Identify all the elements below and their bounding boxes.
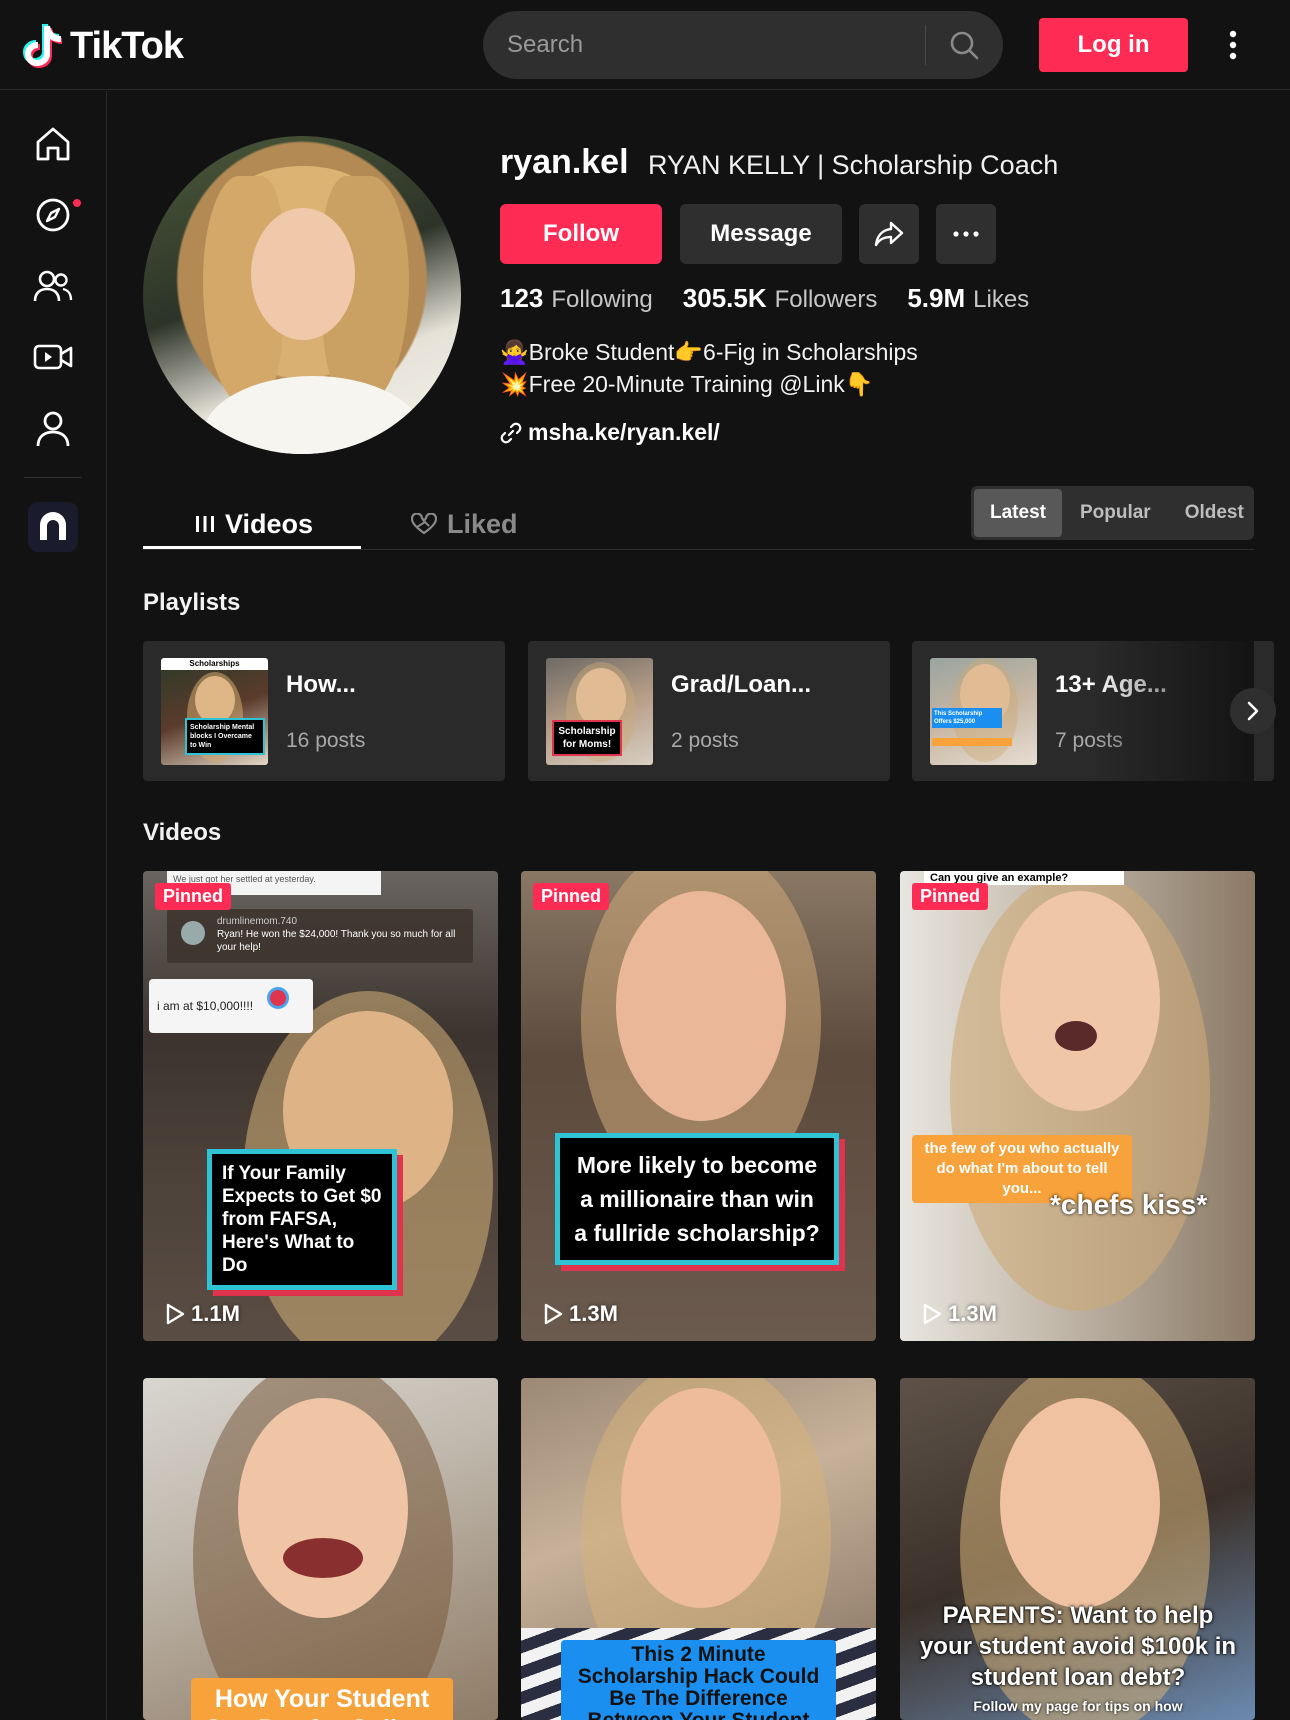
profile-bio: 🙅‍♀️Broke Student👉6-Fig in Scholarships … (500, 336, 918, 400)
ellipsis-icon (953, 231, 979, 237)
playlist-count: 7 posts (1055, 729, 1123, 752)
profile-nickname: RYAN KELLY | Scholarship Coach (648, 150, 1059, 180)
playlist-name: 13+ Age... (1055, 671, 1167, 698)
playlist-thumbnail: Scholarship for Moms! (546, 658, 653, 765)
playlist-count: 2 posts (671, 729, 739, 752)
video-card[interactable]: PARENTS: Want to help your student avoid… (900, 1378, 1255, 1720)
search-button[interactable] (938, 19, 990, 71)
top-header: TikTok Log in (0, 0, 1290, 90)
sort-oldest[interactable]: Oldest (1169, 489, 1260, 537)
view-count: 1.3M (543, 1301, 618, 1327)
profile-link-text: msha.ke/ryan.kel/ (528, 419, 720, 445)
live-video-icon[interactable] (30, 334, 76, 380)
home-icon[interactable] (30, 121, 76, 167)
playlist-thumbnail: This Scholarship Offers $25,000 (930, 658, 1037, 765)
playlist-name: Grad/Loan... (671, 671, 812, 698)
playlist-next-button[interactable] (1230, 688, 1276, 734)
search-divider (925, 25, 926, 65)
video-chat-bubble: i am at $10,000!!!! (149, 979, 313, 1033)
more-options-icon[interactable] (1218, 24, 1248, 66)
playlist-card[interactable]: Scholarship for Moms! Grad/Loan... 2 pos… (528, 641, 890, 781)
message-button[interactable]: Message (680, 204, 842, 264)
link-icon (500, 422, 522, 443)
play-icon (544, 1303, 563, 1325)
following-icon[interactable] (30, 263, 76, 309)
likes-count: 5.9M Likes (907, 283, 1030, 313)
active-tab-indicator (143, 546, 361, 549)
liked-heart-icon (411, 513, 437, 535)
video-card[interactable]: More likely to become a millionaire than… (521, 871, 876, 1341)
profile-username: ryan.kel (500, 143, 629, 181)
profile-stats: 123 Following 305.5K Followers 5.9M Likes (500, 283, 1029, 314)
follow-button[interactable]: Follow (500, 204, 662, 264)
followers-count[interactable]: 305.5K Followers (683, 283, 878, 314)
pinned-badge: Pinned (912, 883, 989, 910)
tab-videos[interactable]: Videos (195, 498, 313, 550)
search-icon (950, 31, 979, 60)
video-card[interactable]: Can you give an example? the few of you … (900, 871, 1255, 1341)
more-profile-options-button[interactable] (936, 204, 996, 264)
share-icon (874, 221, 904, 247)
tiktok-note-icon (23, 24, 62, 68)
video-comment: drumlinemom.740 Ryan! He won the $24,000… (167, 909, 473, 963)
pinned-badge: Pinned (533, 883, 610, 910)
video-caption: This 2 Minute Scholarship Hack Could Be … (561, 1640, 836, 1720)
video-caption: More likely to become a millionaire than… (555, 1133, 839, 1265)
sort-popular[interactable]: Popular (1064, 489, 1167, 537)
playlist-card[interactable]: This Scholarship Offers $25,000 13+ Age.… (912, 641, 1274, 781)
playlist-count: 16 posts (286, 729, 366, 752)
playlists-heading: Playlists (143, 589, 241, 616)
playlist-thumbnail: Scholarships Scholarship Mental blocks I… (161, 658, 268, 765)
play-icon (923, 1303, 942, 1325)
pinned-badge: Pinned (155, 883, 232, 910)
share-button[interactable] (859, 204, 919, 264)
login-button[interactable]: Log in (1039, 18, 1188, 72)
bio-line: 🙅‍♀️Broke Student👉6-Fig in Scholarships (500, 339, 918, 365)
video-subcaption: Follow my page for tips on how (973, 1698, 1183, 1714)
explore-icon[interactable] (30, 192, 76, 238)
video-caption: How Your Student Can Pay for College (191, 1678, 453, 1720)
following-count[interactable]: 123 Following (500, 283, 653, 314)
video-caption: PARENTS: Want to help your student avoid… (919, 1602, 1237, 1691)
notification-dot (73, 199, 81, 207)
sidebar-divider (24, 477, 82, 478)
playlist-card[interactable]: Scholarships Scholarship Mental blocks I… (143, 641, 505, 781)
emoji-sticker (267, 987, 289, 1009)
brand-name: TikTok (70, 24, 184, 67)
playlist-name: How... (286, 671, 356, 698)
view-count: 1.3M (922, 1301, 997, 1327)
play-icon (166, 1303, 185, 1325)
left-sidebar (0, 91, 107, 1720)
profile-link[interactable]: msha.ke/ryan.kel/ (500, 419, 720, 446)
sort-latest[interactable]: Latest (974, 489, 1062, 537)
chevron-right-icon (1247, 701, 1259, 721)
profile-avatar[interactable] (143, 136, 461, 454)
video-card[interactable]: We just got her settled at yesterday. dr… (143, 871, 498, 1341)
tab-liked[interactable]: Liked (411, 498, 518, 550)
video-card[interactable]: This 2 Minute Scholarship Hack Could Be … (521, 1378, 876, 1720)
video-caption: If Your Family Expects to Get $0 from FA… (207, 1149, 397, 1290)
view-count: 1.1M (165, 1301, 240, 1327)
bio-line: 💥Free 20-Minute Training @Link👇 (500, 371, 874, 397)
video-caption-overlay: *chefs kiss* (1050, 1189, 1208, 1220)
sort-segmented-control: Latest Popular Oldest (971, 486, 1254, 540)
video-card[interactable]: How Your Student Can Pay for College (143, 1378, 498, 1720)
videos-heading: Videos (143, 819, 222, 846)
tiktok-logo[interactable]: TikTok (22, 22, 184, 70)
search-bar (483, 11, 1003, 79)
creator-live-icon[interactable] (28, 502, 78, 552)
search-input[interactable] (507, 11, 917, 79)
profile-icon[interactable] (30, 406, 76, 452)
grid-icon (196, 516, 214, 532)
